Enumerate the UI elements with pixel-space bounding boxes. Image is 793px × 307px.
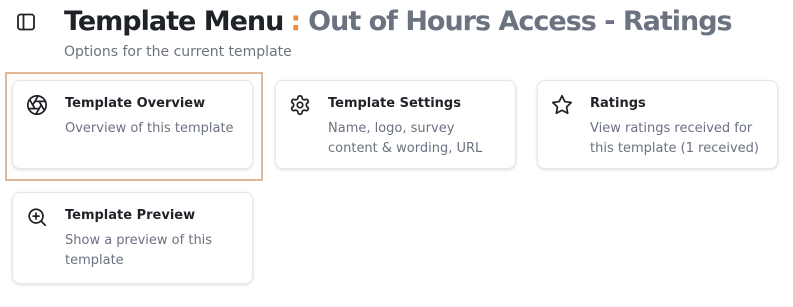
sidebar-toggle-button[interactable]: [14, 10, 38, 34]
card-template-settings[interactable]: Template Settings Name, logo, survey con…: [275, 80, 516, 169]
gear-icon: [289, 94, 311, 116]
page-title-template-name: Out of Hours Access - Ratings: [308, 6, 732, 37]
zoom-in-icon: [26, 206, 48, 228]
card-title: Template Settings: [328, 96, 461, 111]
card-title: Ratings: [590, 96, 646, 111]
sidebar-icon: [17, 13, 35, 31]
card-template-preview[interactable]: Template Preview Show a preview of this …: [12, 192, 253, 284]
page-title-main: Template Menu: [64, 6, 284, 37]
card-description: Overview of this template: [65, 121, 234, 136]
page-header: Template Menu: Out of Hours Access - Rati…: [14, 4, 733, 40]
template-menu-page: Template Menu: Out of Hours Access - Rati…: [0, 0, 793, 307]
aperture-icon: [26, 94, 48, 116]
page-title: Template Menu: Out of Hours Access - Rati…: [64, 4, 733, 40]
star-icon: [551, 94, 573, 116]
page-subtitle: Options for the current template: [64, 44, 292, 60]
card-description: Show a preview of this template: [65, 233, 213, 268]
card-template-overview[interactable]: Template Overview Overview of this templ…: [12, 80, 253, 169]
card-title: Template Preview: [65, 208, 196, 223]
page-title-separator: :: [290, 6, 301, 37]
card-ratings[interactable]: Ratings View ratings received for this t…: [537, 80, 778, 169]
card-title: Template Overview: [65, 96, 206, 111]
card-description: View ratings received for this template …: [590, 121, 759, 156]
card-description: Name, logo, survey content & wording, UR…: [328, 121, 483, 156]
